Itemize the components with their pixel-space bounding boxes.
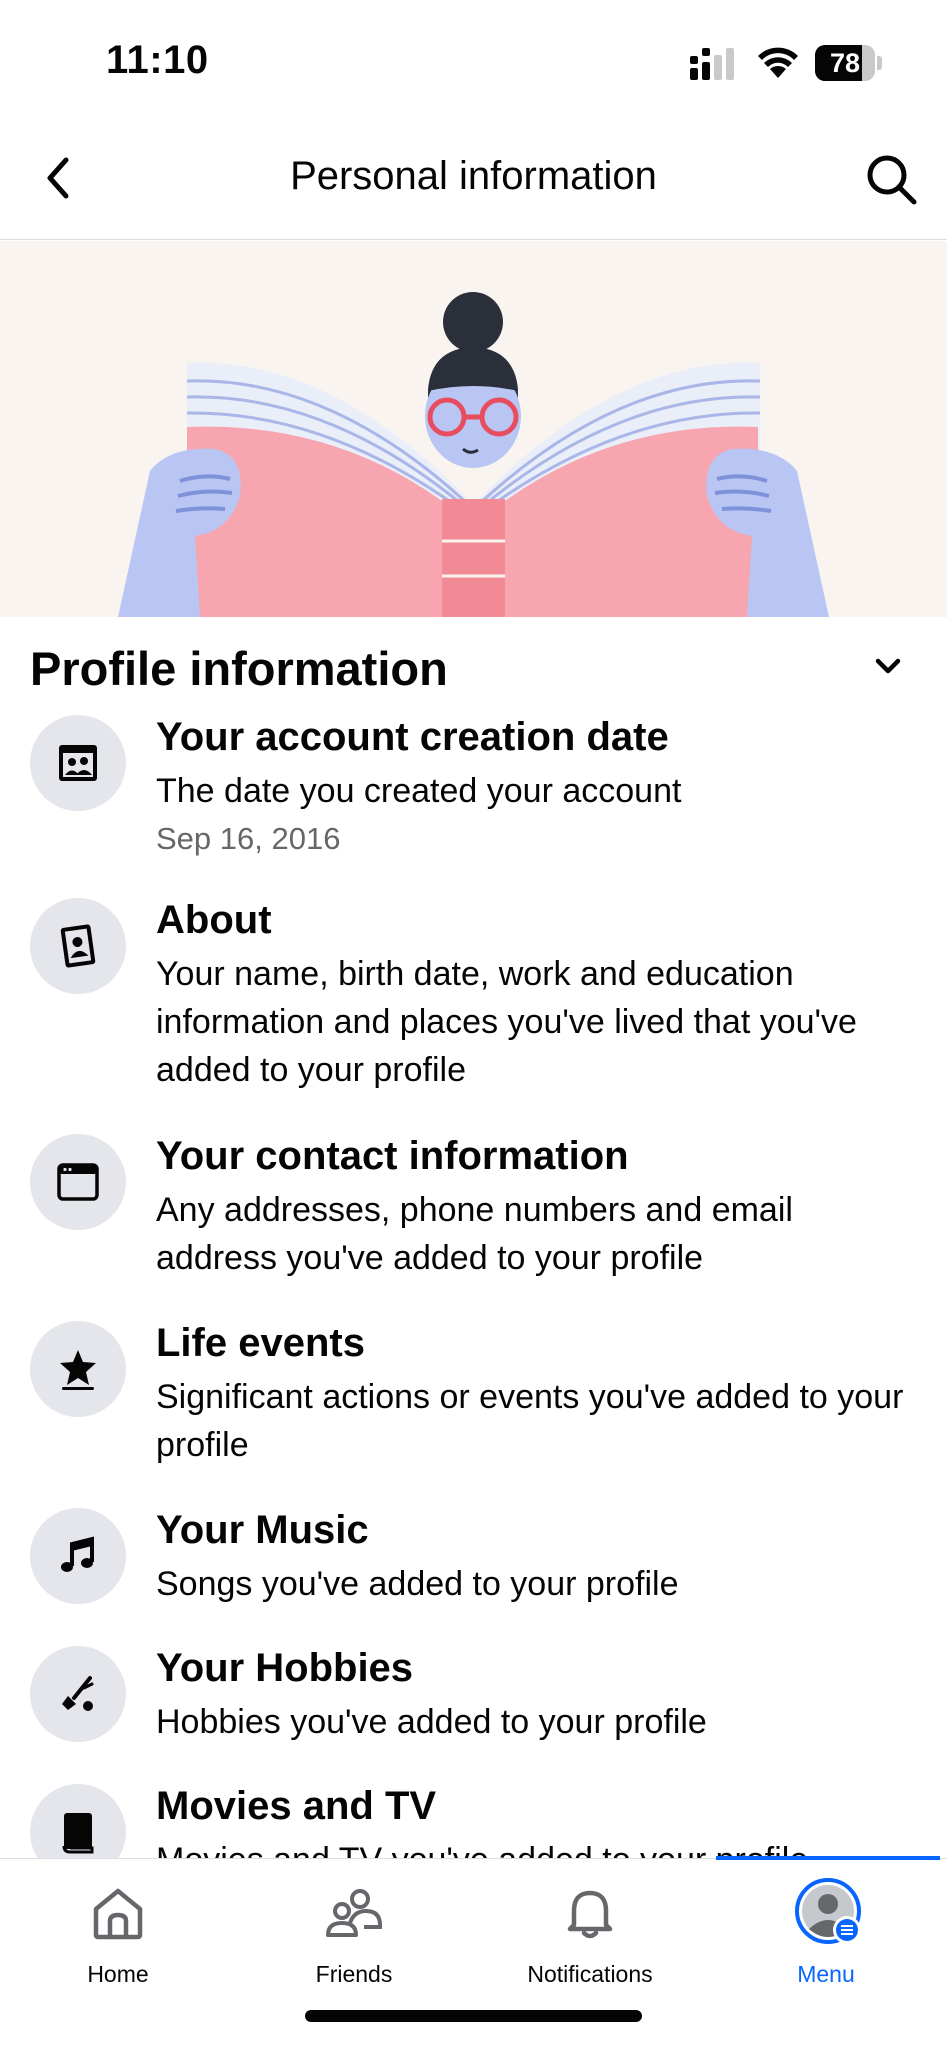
item-description: Significant actions or events you've add… [156, 1378, 904, 1464]
list-item-life-events[interactable]: Life events Significant actions or event… [0, 1321, 947, 1471]
list-item-movies-and-tv[interactable]: Movies and TV Movies and TV you've added… [0, 1784, 947, 1858]
home-indicator [305, 2010, 642, 2022]
page-title: Personal information [290, 154, 657, 198]
item-title: About [156, 898, 272, 942]
book-icon [30, 1784, 126, 1858]
section-title: Profile information [30, 642, 448, 695]
item-title: Your Hobbies [156, 1646, 414, 1690]
tab-menu[interactable]: Menu [708, 1859, 944, 1989]
list-item-your-hobbies[interactable]: Your Hobbies Hobbies you've added to you… [0, 1646, 947, 1756]
item-title: Your Music [156, 1508, 369, 1552]
browser-window-icon [30, 1134, 126, 1230]
portrait-icon [30, 898, 126, 994]
status-time: 11:10 [106, 38, 209, 82]
tab-friends[interactable]: Friends [236, 1859, 472, 1989]
list-item-about[interactable]: About Your name, birth date, work and ed… [0, 898, 947, 1098]
status-bar: 11:10 78 [0, 0, 947, 120]
battery-percent: 78 [829, 48, 861, 78]
list-item-contact-information[interactable]: Your contact information Any addresses, … [0, 1134, 947, 1284]
item-description: Hobbies you've added to your profile [156, 1703, 707, 1741]
item-description: Any addresses, phone numbers and email a… [156, 1191, 793, 1277]
tab-home[interactable]: Home [0, 1859, 236, 1989]
battery-icon: 78 [815, 45, 882, 81]
list-item-account-creation-date[interactable]: Your account creation date The date you … [0, 715, 947, 875]
profile-card-icon [30, 715, 126, 811]
star-icon [30, 1321, 126, 1417]
item-description: The date you created your account [156, 772, 682, 810]
music-note-icon [30, 1508, 126, 1604]
item-description: Movies and TV you've added to your profi… [156, 1836, 916, 1858]
chevron-down-icon[interactable] [870, 648, 906, 684]
item-description: Your name, birth date, work and educatio… [156, 955, 857, 1089]
section-header[interactable]: Profile information [0, 617, 947, 717]
bell-icon [567, 1890, 613, 1939]
home-icon [93, 1888, 143, 1940]
hobbies-icon [30, 1646, 126, 1742]
reading-person-illustration [0, 241, 947, 617]
item-title: Life events [156, 1321, 365, 1365]
tab-label: Menu [797, 1961, 855, 1987]
wifi-icon [758, 47, 798, 78]
account-creation-date: Sep 16, 2016 [156, 821, 341, 856]
nav-header: Personal information [0, 120, 947, 240]
item-title: Your contact information [156, 1134, 629, 1178]
search-icon[interactable] [862, 150, 920, 208]
hero-illustration [0, 241, 947, 617]
list-item-your-music[interactable]: Your Music Songs you've added to your pr… [0, 1508, 947, 1618]
avatar-menu-icon [795, 1878, 861, 1944]
friends-icon [326, 1889, 382, 1937]
item-title: Movies and TV [156, 1784, 437, 1828]
tab-label: Friends [315, 1961, 393, 1987]
cellular-signal-icon [690, 48, 734, 80]
item-title: Your account creation date [156, 715, 669, 759]
tab-label: Home [87, 1961, 149, 1987]
tab-label: Notifications [527, 1961, 653, 1987]
item-description: Songs you've added to your profile [156, 1565, 679, 1603]
tab-notifications[interactable]: Notifications [472, 1859, 708, 1989]
